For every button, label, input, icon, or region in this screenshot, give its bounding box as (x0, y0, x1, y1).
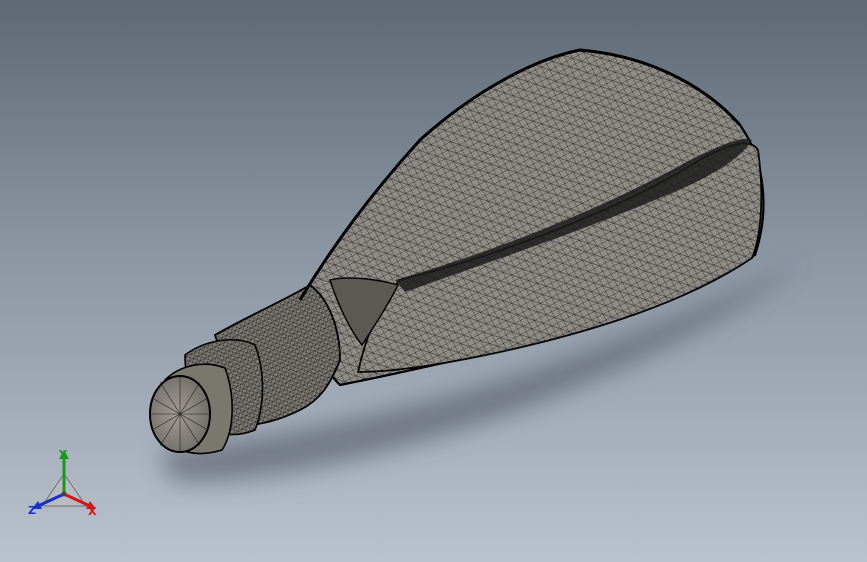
triad-z-label: Z (28, 504, 36, 517)
triad-x-label: X (88, 505, 97, 518)
graphics-viewport[interactable]: Y X Z (0, 0, 867, 562)
triad-y-label: Y (59, 448, 67, 461)
triad-origin (61, 491, 67, 497)
model-view[interactable] (0, 0, 867, 562)
